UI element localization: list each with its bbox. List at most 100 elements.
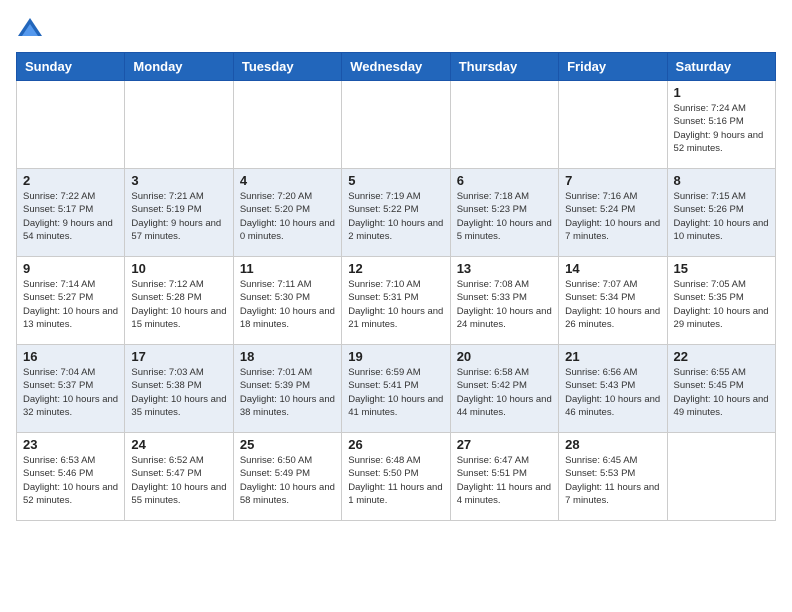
calendar-table: SundayMondayTuesdayWednesdayThursdayFrid… [16,52,776,521]
day-info: Sunrise: 6:52 AM Sunset: 5:47 PM Dayligh… [131,454,226,507]
day-info: Sunrise: 6:47 AM Sunset: 5:51 PM Dayligh… [457,454,552,507]
calendar-cell: 25 Sunrise: 6:50 AM Sunset: 5:49 PM Dayli… [233,433,341,521]
calendar-cell: 24 Sunrise: 6:52 AM Sunset: 5:47 PM Dayli… [125,433,233,521]
day-info: Sunrise: 6:56 AM Sunset: 5:43 PM Dayligh… [565,366,660,419]
calendar-cell [125,81,233,169]
day-info: Sunrise: 7:19 AM Sunset: 5:22 PM Dayligh… [348,190,443,243]
calendar-cell: 16Sunrise: 7:04 AM Sunset: 5:37 PM Dayli… [17,345,125,433]
day-number: 19 [348,349,443,364]
day-info: Sunrise: 7:24 AM Sunset: 5:16 PM Dayligh… [674,102,769,155]
calendar-cell: 7 Sunrise: 7:16 AM Sunset: 5:24 PM Daylig… [559,169,667,257]
weekday-header: Sunday [17,53,125,81]
day-number: 2 [23,173,118,188]
calendar-cell [559,81,667,169]
day-number: 18 [240,349,335,364]
logo-icon [16,16,44,44]
day-number: 14 [565,261,660,276]
day-number: 9 [23,261,118,276]
calendar-week-row: 16Sunrise: 7:04 AM Sunset: 5:37 PM Dayli… [17,345,776,433]
day-info: Sunrise: 6:58 AM Sunset: 5:42 PM Dayligh… [457,366,552,419]
page-header [16,16,776,44]
day-number: 24 [131,437,226,452]
day-info: Sunrise: 7:01 AM Sunset: 5:39 PM Dayligh… [240,366,335,419]
day-number: 22 [674,349,769,364]
day-info: Sunrise: 6:45 AM Sunset: 5:53 PM Dayligh… [565,454,660,507]
day-number: 17 [131,349,226,364]
calendar-week-row: 2 Sunrise: 7:22 AM Sunset: 5:17 PM Daylig… [17,169,776,257]
weekday-header: Friday [559,53,667,81]
calendar-cell [450,81,558,169]
calendar-week-row: 23 Sunrise: 6:53 AM Sunset: 5:46 PM Dayli… [17,433,776,521]
day-number: 4 [240,173,335,188]
weekday-header: Thursday [450,53,558,81]
logo [16,16,48,44]
day-info: Sunrise: 6:53 AM Sunset: 5:46 PM Dayligh… [23,454,118,507]
day-info: Sunrise: 7:20 AM Sunset: 5:20 PM Dayligh… [240,190,335,243]
calendar-cell [667,433,775,521]
calendar-cell: 15 Sunrise: 7:05 AM Sunset: 5:35 PM Dayli… [667,257,775,345]
calendar-cell: 14 Sunrise: 7:07 AM Sunset: 5:34 PM Dayli… [559,257,667,345]
day-info: Sunrise: 7:04 AM Sunset: 5:37 PM Dayligh… [23,366,118,419]
day-number: 6 [457,173,552,188]
calendar-cell: 10Sunrise: 7:12 AM Sunset: 5:28 PM Dayli… [125,257,233,345]
weekday-header: Saturday [667,53,775,81]
calendar-cell [342,81,450,169]
calendar-cell [17,81,125,169]
day-info: Sunrise: 7:16 AM Sunset: 5:24 PM Dayligh… [565,190,660,243]
day-number: 5 [348,173,443,188]
day-number: 1 [674,85,769,100]
day-info: Sunrise: 7:15 AM Sunset: 5:26 PM Dayligh… [674,190,769,243]
day-info: Sunrise: 6:50 AM Sunset: 5:49 PM Dayligh… [240,454,335,507]
day-info: Sunrise: 6:59 AM Sunset: 5:41 PM Dayligh… [348,366,443,419]
calendar-cell: 12 Sunrise: 7:10 AM Sunset: 5:31 PM Dayli… [342,257,450,345]
calendar-cell: 13 Sunrise: 7:08 AM Sunset: 5:33 PM Dayli… [450,257,558,345]
day-info: Sunrise: 7:21 AM Sunset: 5:19 PM Dayligh… [131,190,226,243]
calendar-cell: 18 Sunrise: 7:01 AM Sunset: 5:39 PM Dayli… [233,345,341,433]
day-info: Sunrise: 7:22 AM Sunset: 5:17 PM Dayligh… [23,190,118,243]
day-info: Sunrise: 6:48 AM Sunset: 5:50 PM Dayligh… [348,454,443,507]
weekday-header: Tuesday [233,53,341,81]
day-number: 23 [23,437,118,452]
calendar-cell: 9 Sunrise: 7:14 AM Sunset: 5:27 PM Daylig… [17,257,125,345]
day-number: 26 [348,437,443,452]
day-info: Sunrise: 7:10 AM Sunset: 5:31 PM Dayligh… [348,278,443,331]
calendar-cell: 21 Sunrise: 6:56 AM Sunset: 5:43 PM Dayli… [559,345,667,433]
calendar-cell: 2 Sunrise: 7:22 AM Sunset: 5:17 PM Daylig… [17,169,125,257]
calendar-cell: 19 Sunrise: 6:59 AM Sunset: 5:41 PM Dayli… [342,345,450,433]
day-number: 10 [131,261,226,276]
calendar-cell: 4 Sunrise: 7:20 AM Sunset: 5:20 PM Daylig… [233,169,341,257]
calendar-cell: 27Sunrise: 6:47 AM Sunset: 5:51 PM Dayli… [450,433,558,521]
calendar-week-row: 1 Sunrise: 7:24 AM Sunset: 5:16 PM Daylig… [17,81,776,169]
day-number: 8 [674,173,769,188]
calendar-cell [233,81,341,169]
calendar-cell: 5 Sunrise: 7:19 AM Sunset: 5:22 PM Daylig… [342,169,450,257]
day-info: Sunrise: 6:55 AM Sunset: 5:45 PM Dayligh… [674,366,769,419]
calendar-cell: 17 Sunrise: 7:03 AM Sunset: 5:38 PM Dayli… [125,345,233,433]
calendar-cell: 22 Sunrise: 6:55 AM Sunset: 5:45 PM Dayli… [667,345,775,433]
calendar-cell: 28 Sunrise: 6:45 AM Sunset: 5:53 PM Dayli… [559,433,667,521]
weekday-header: Wednesday [342,53,450,81]
day-info: Sunrise: 7:07 AM Sunset: 5:34 PM Dayligh… [565,278,660,331]
day-number: 12 [348,261,443,276]
calendar-week-row: 9 Sunrise: 7:14 AM Sunset: 5:27 PM Daylig… [17,257,776,345]
day-number: 3 [131,173,226,188]
calendar-cell: 6 Sunrise: 7:18 AM Sunset: 5:23 PM Daylig… [450,169,558,257]
day-number: 15 [674,261,769,276]
day-number: 13 [457,261,552,276]
day-info: Sunrise: 7:05 AM Sunset: 5:35 PM Dayligh… [674,278,769,331]
day-number: 20 [457,349,552,364]
day-number: 21 [565,349,660,364]
day-number: 11 [240,261,335,276]
weekday-header: Monday [125,53,233,81]
day-info: Sunrise: 7:18 AM Sunset: 5:23 PM Dayligh… [457,190,552,243]
day-number: 25 [240,437,335,452]
calendar-cell: 1 Sunrise: 7:24 AM Sunset: 5:16 PM Daylig… [667,81,775,169]
day-number: 7 [565,173,660,188]
day-number: 28 [565,437,660,452]
calendar-cell: 11Sunrise: 7:11 AM Sunset: 5:30 PM Dayli… [233,257,341,345]
calendar-cell: 23 Sunrise: 6:53 AM Sunset: 5:46 PM Dayli… [17,433,125,521]
day-info: Sunrise: 7:14 AM Sunset: 5:27 PM Dayligh… [23,278,118,331]
day-info: Sunrise: 7:03 AM Sunset: 5:38 PM Dayligh… [131,366,226,419]
calendar-cell: 8 Sunrise: 7:15 AM Sunset: 5:26 PM Daylig… [667,169,775,257]
day-info: Sunrise: 7:08 AM Sunset: 5:33 PM Dayligh… [457,278,552,331]
